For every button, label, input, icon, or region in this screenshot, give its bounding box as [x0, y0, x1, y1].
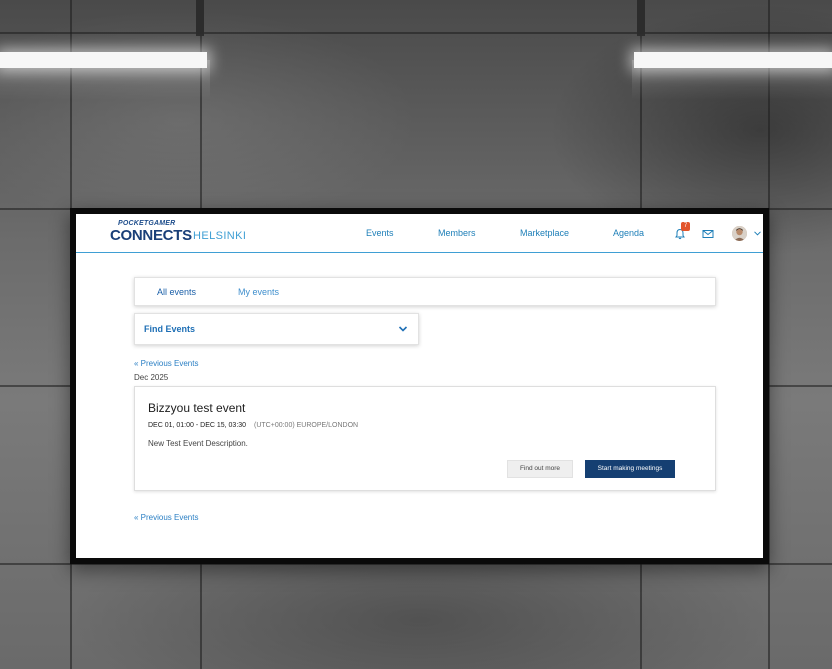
top-navbar: POCKETGAMER CONNECTS HELSINKI Events Mem…: [76, 214, 763, 253]
lamp-mount: [196, 0, 204, 36]
mail-icon: [702, 230, 714, 238]
notifications-button[interactable]: 7: [674, 222, 690, 241]
lamp-mount: [637, 0, 645, 36]
app-screen: POCKETGAMER CONNECTS HELSINKI Events Mem…: [76, 214, 763, 558]
event-dates-text: DEC 01, 01:00 - DEC 15, 03:30: [148, 422, 247, 429]
event-tabs: All events My events: [134, 277, 716, 306]
find-out-more-button[interactable]: Find out more: [507, 460, 573, 478]
nav-agenda[interactable]: Agenda: [613, 228, 644, 238]
pocketgamer-connects-logo[interactable]: POCKETGAMER CONNECTS HELSINKI: [110, 220, 250, 248]
start-making-meetings-button[interactable]: Start making meetings: [585, 460, 675, 478]
avatar-image: [732, 226, 747, 241]
messages-button[interactable]: [702, 227, 716, 241]
user-avatar[interactable]: [732, 226, 747, 241]
chevron-down-icon[interactable]: [754, 231, 761, 236]
event-date-range: DEC 01, 01:00 - DEC 15, 03:30 (UTC+00:00…: [148, 422, 358, 429]
ceiling-light-right: [634, 52, 832, 68]
logo-city-text: HELSINKI: [193, 230, 247, 242]
nav-marketplace[interactable]: Marketplace: [520, 228, 569, 238]
event-title: Bizzyou test event: [148, 401, 246, 415]
nav-members[interactable]: Members: [438, 228, 476, 238]
logo-top-text: POCKETGAMER: [118, 220, 176, 227]
wall-seam: [0, 32, 832, 34]
logo-main-text: CONNECTS: [110, 227, 192, 244]
event-card: Bizzyou test event DEC 01, 01:00 - DEC 1…: [134, 386, 716, 491]
ceiling-light-left: [0, 52, 207, 68]
previous-events-link-top[interactable]: « Previous Events: [134, 359, 198, 368]
find-events-dropdown[interactable]: Find Events: [134, 313, 419, 345]
chevron-down-icon: [398, 326, 408, 332]
tab-my-events[interactable]: My events: [238, 287, 279, 297]
find-events-label: Find Events: [144, 324, 196, 334]
display-frame: POCKETGAMER CONNECTS HELSINKI Events Mem…: [70, 208, 769, 564]
notification-count-badge: 7: [681, 222, 690, 231]
tab-all-events[interactable]: All events: [157, 287, 196, 297]
previous-events-link-bottom[interactable]: « Previous Events: [134, 513, 198, 522]
event-description: New Test Event Description.: [148, 439, 248, 448]
month-heading: Dec 2025: [134, 373, 169, 382]
nav-events[interactable]: Events: [366, 228, 394, 238]
event-timezone: (UTC+00:00) EUROPE/LONDON: [254, 422, 359, 429]
